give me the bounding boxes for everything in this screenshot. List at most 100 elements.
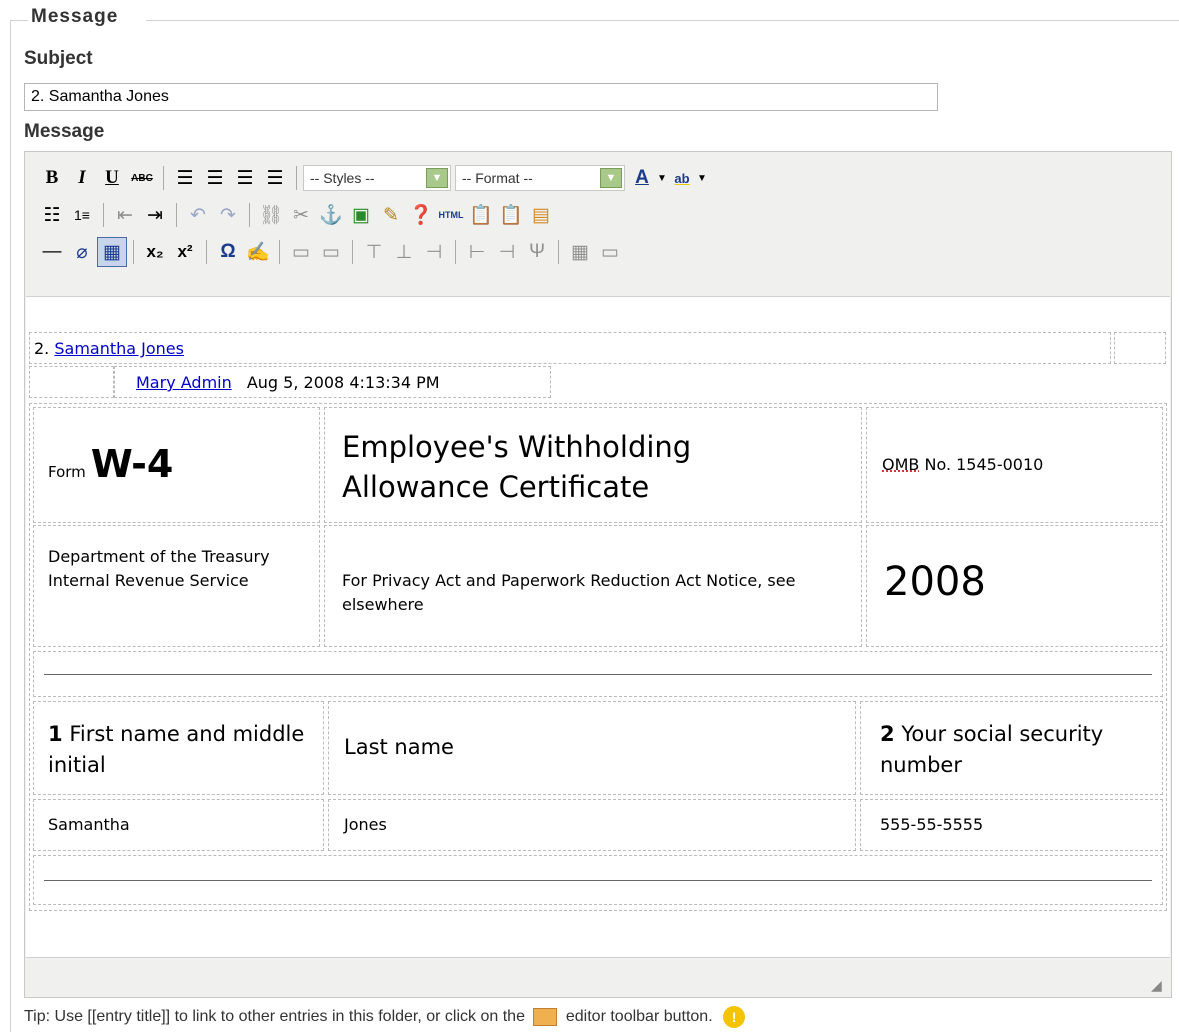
insert-col-after-icon[interactable]: ⊣ <box>492 237 522 267</box>
title-prefix: 2. <box>34 339 50 358</box>
highlight-color-button[interactable]: ab <box>669 163 695 193</box>
html-source-button[interactable]: HTML <box>436 200 466 230</box>
delete-col-icon[interactable]: Ψ <box>522 237 552 267</box>
chevron-down-icon: ▼ <box>426 168 448 188</box>
field-number: 2 <box>880 722 895 746</box>
entry-title: 2. Samantha Jones <box>34 339 184 358</box>
undo-icon[interactable]: ↶ <box>183 200 213 230</box>
strikethrough-button[interactable]: ABC <box>127 163 157 193</box>
wiki-link-icon[interactable]: ▤ <box>526 200 556 230</box>
superscript-icon[interactable]: x² <box>170 237 200 267</box>
first-name-label: First name and middle initial <box>48 722 305 777</box>
image-icon[interactable]: ▣ <box>346 200 376 230</box>
align-justify-icon[interactable]: ☰ <box>260 163 290 193</box>
form-id: Form W-4 <box>48 442 173 486</box>
form-year: 2008 <box>884 559 986 605</box>
editor-content[interactable]: 2. Samantha Jones Mary Admin Aug 5, 2008… <box>26 296 1170 958</box>
chevron-down-icon[interactable]: ▼ <box>655 163 669 193</box>
toolbar-separator <box>206 240 207 264</box>
form-code: W-4 <box>90 442 174 486</box>
field-number: 1 <box>48 722 63 746</box>
last-name-value-cell <box>328 799 856 851</box>
toolbar-separator <box>176 203 177 227</box>
fieldset-border <box>10 20 28 21</box>
insert-row-after-icon[interactable]: ⊥ <box>389 237 419 267</box>
styles-select-label: -- Styles -- <box>310 170 375 186</box>
unlink-icon[interactable]: ✂ <box>286 200 316 230</box>
fieldset-border <box>146 20 1179 21</box>
toolbar-row-1: B I U ABC ☰ ☰ ☰ ☰ -- Styles -- ▼ -- Form… <box>37 162 709 194</box>
insert-col-before-icon[interactable]: ⊢ <box>462 237 492 267</box>
anchor-icon[interactable]: ⚓ <box>316 200 346 230</box>
edit-icon[interactable]: ✍ <box>243 237 273 267</box>
form-label: Form <box>48 463 86 481</box>
toolbar-separator <box>558 240 559 264</box>
tip-text: Tip: Use [[entry title]] to link to othe… <box>24 1006 746 1028</box>
insert-row-before-icon[interactable]: ⊤ <box>359 237 389 267</box>
author-spacer-cell <box>29 366 114 398</box>
entry-title-link[interactable]: Samantha Jones <box>54 339 184 358</box>
styles-select[interactable]: -- Styles -- ▼ <box>303 165 451 191</box>
outdent-icon[interactable]: ⇤ <box>110 200 140 230</box>
fieldset-legend: Message <box>31 6 119 27</box>
toolbar-separator <box>163 166 164 190</box>
special-char-icon[interactable]: Ω <box>213 237 243 267</box>
row-props-icon[interactable]: ▭ <box>286 237 316 267</box>
merge-cells-icon[interactable]: ▭ <box>595 237 625 267</box>
align-right-icon[interactable]: ☰ <box>230 163 260 193</box>
bold-button[interactable]: B <box>37 163 67 193</box>
numbered-list-icon[interactable]: 1≡ <box>67 200 97 230</box>
empty-cell <box>1114 332 1166 364</box>
delete-row-icon[interactable]: ⊣ <box>419 237 449 267</box>
font-color-button[interactable]: A <box>629 163 655 193</box>
ssn-header: 2 Your social security number <box>880 719 1140 781</box>
horizontal-rule-icon[interactable]: — <box>37 237 67 267</box>
toolbar-separator <box>279 240 280 264</box>
tip-before: Tip: Use [[entry title]] to link to othe… <box>24 1008 525 1026</box>
fieldset-border <box>10 20 11 1032</box>
chevron-down-icon[interactable]: ▼ <box>695 163 709 193</box>
entry-date: Aug 5, 2008 4:13:34 PM <box>246 373 440 392</box>
form-title: Employee's Withholding Allowance Certifi… <box>342 430 692 504</box>
title-cell <box>29 332 1111 364</box>
table-icon[interactable]: ▦ <box>97 237 127 267</box>
subject-label: Subject <box>24 48 93 69</box>
ssn-value: 555-55-5555 <box>880 815 984 834</box>
subscript-icon[interactable]: x₂ <box>140 237 170 267</box>
author-link[interactable]: Mary Admin <box>136 373 232 392</box>
omb-rest: No. 1545-0010 <box>924 455 1044 474</box>
message-label: Message <box>24 121 105 142</box>
remove-format-icon[interactable]: ⌀ <box>67 237 97 267</box>
rich-text-editor: B I U ABC ☰ ☰ ☰ ☰ -- Styles -- ▼ -- Form… <box>24 151 1172 998</box>
resize-handle-icon[interactable]: ◢ <box>1151 977 1165 993</box>
cleanup-icon[interactable]: ✎ <box>376 200 406 230</box>
toolbar-separator <box>296 166 297 190</box>
cell-props-icon[interactable]: ▭ <box>316 237 346 267</box>
last-name-header: Last name <box>344 735 454 759</box>
toolbar-row-3: — ⌀ ▦ x₂ x² Ω ✍ ▭ ▭ ⊤ ⊥ ⊣ ⊢ ⊣ Ψ ▦ ▭ <box>37 236 625 268</box>
omb-prefix: OMB <box>882 455 920 474</box>
align-center-icon[interactable]: ☰ <box>200 163 230 193</box>
author-line: Mary Admin Aug 5, 2008 4:13:34 PM <box>136 373 440 392</box>
indent-icon[interactable]: ⇥ <box>140 200 170 230</box>
paste-text-icon[interactable]: 📋 <box>466 200 496 230</box>
first-name-header: 1 First name and middle initial <box>48 719 318 781</box>
underline-button[interactable]: U <box>97 163 127 193</box>
paste-word-icon[interactable]: 📋 <box>496 200 526 230</box>
editor-statusbar: ◢ <box>25 957 1171 997</box>
align-left-icon[interactable]: ☰ <box>170 163 200 193</box>
link-icon[interactable]: ⛓ <box>256 200 286 230</box>
italic-button[interactable]: I <box>67 163 97 193</box>
bullet-list-icon[interactable]: ☷ <box>37 200 67 230</box>
chevron-down-icon: ▼ <box>600 168 622 188</box>
redo-icon[interactable]: ↷ <box>213 200 243 230</box>
format-select[interactable]: -- Format -- ▼ <box>455 165 625 191</box>
wiki-link-icon <box>533 1008 558 1026</box>
toolbar-separator <box>455 240 456 264</box>
toolbar-separator <box>352 240 353 264</box>
split-cells-icon[interactable]: ▦ <box>565 237 595 267</box>
help-icon[interactable]: ❓ <box>406 200 436 230</box>
info-icon[interactable]: ! <box>723 1006 746 1028</box>
subject-input[interactable] <box>24 83 938 111</box>
omb-number: OMB No. 1545-0010 <box>882 455 1043 474</box>
